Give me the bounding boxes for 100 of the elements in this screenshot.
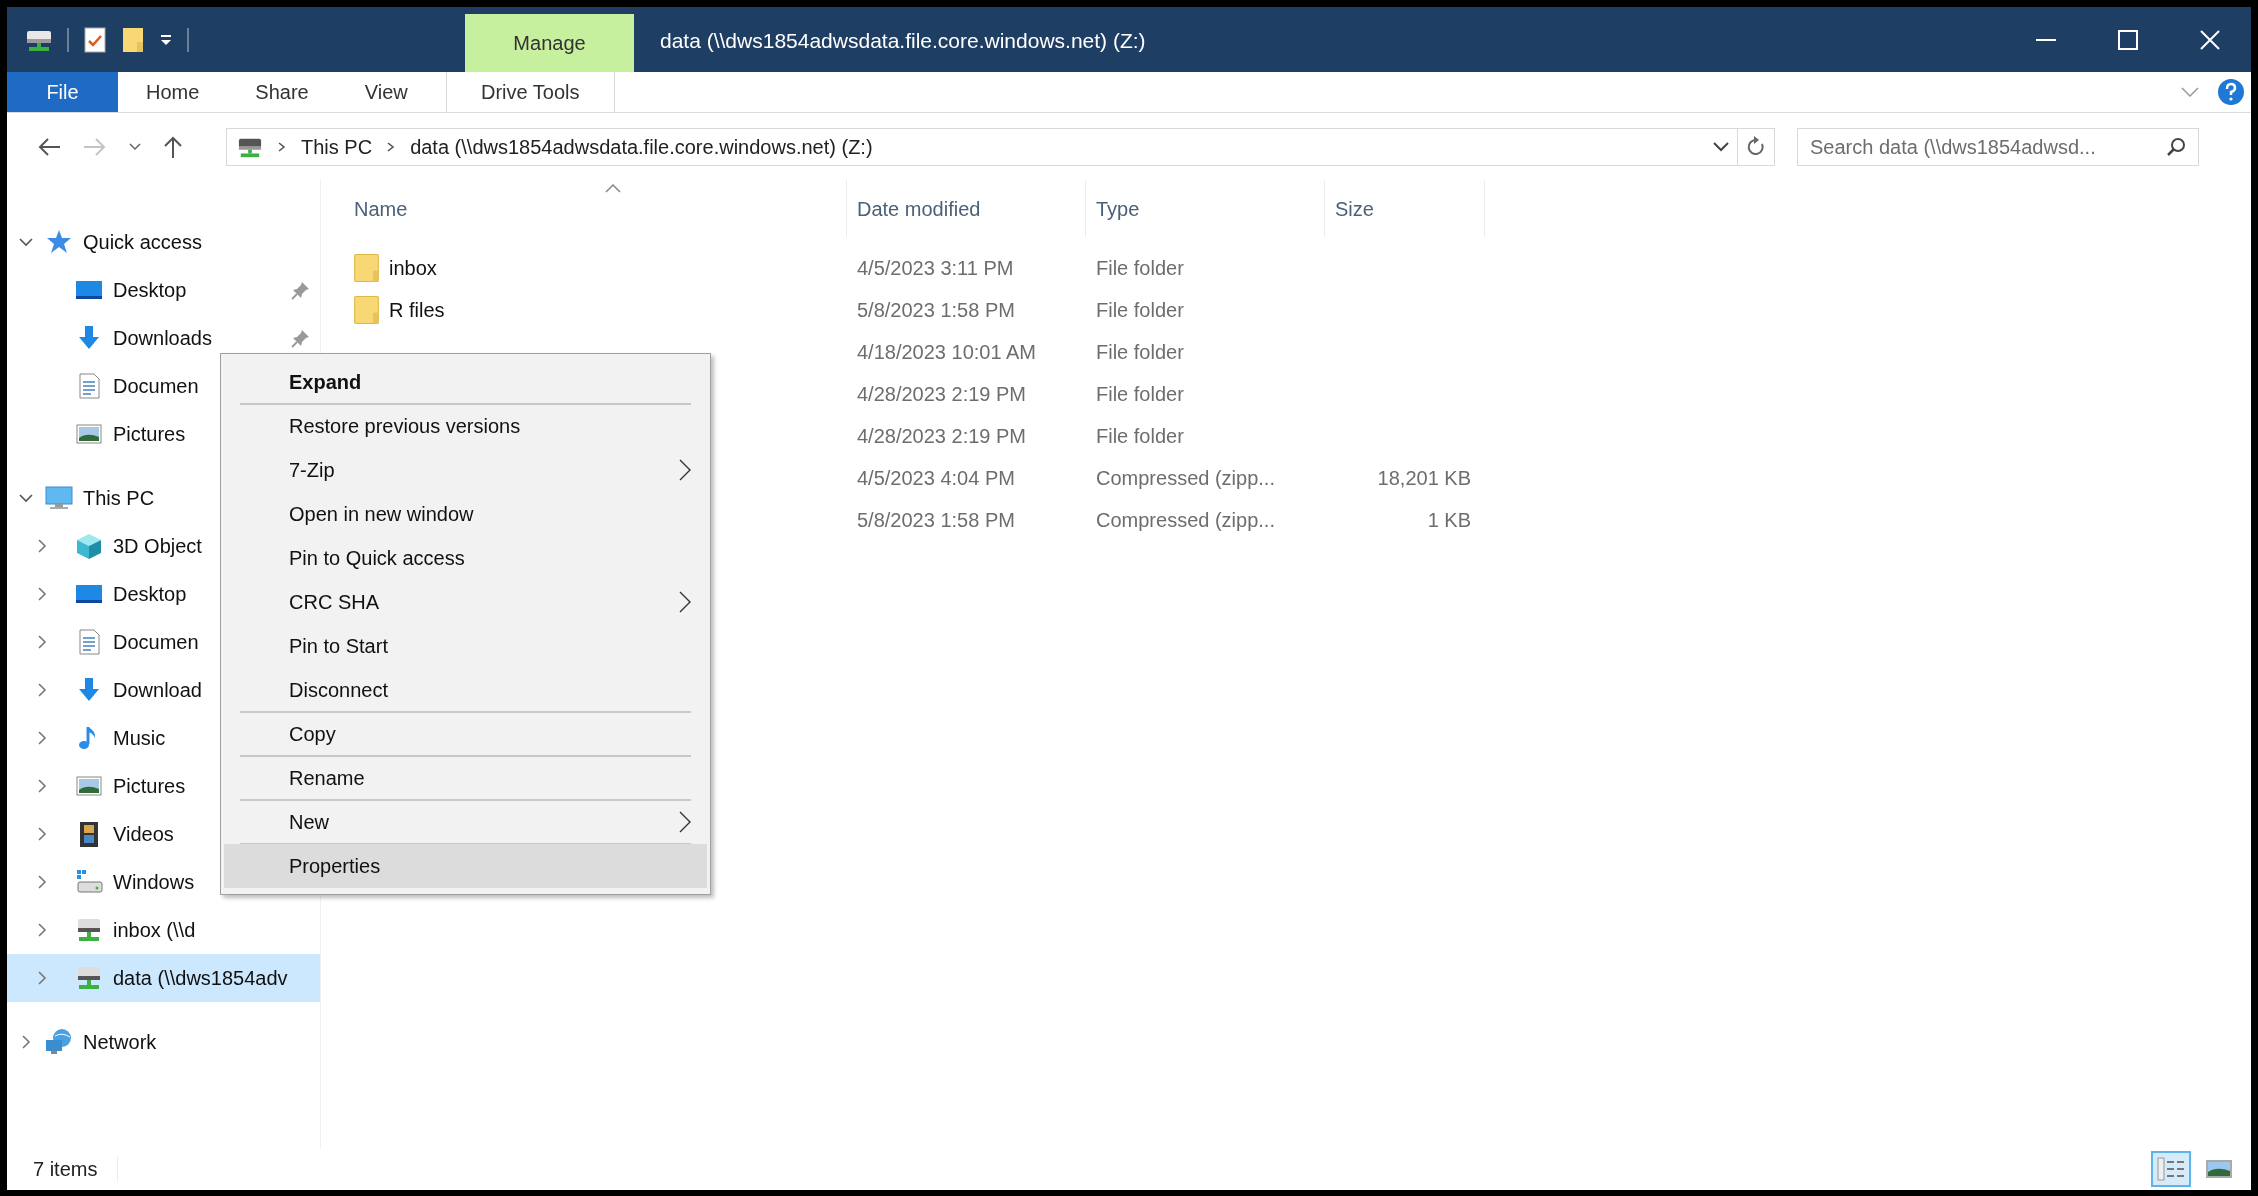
nav-label: Desktop <box>113 582 187 607</box>
search-icon <box>2166 136 2186 157</box>
date-modified: 4/5/2023 3:11 PM <box>857 257 1014 279</box>
menu-item[interactable]: Properties <box>224 844 707 888</box>
menu-item[interactable]: Expand <box>224 360 707 404</box>
collapsed-chevron-icon[interactable] <box>35 923 49 937</box>
file-type: File folder <box>1096 257 1184 279</box>
checklist-icon[interactable] <box>83 25 107 54</box>
nav-label: Documen <box>113 374 199 399</box>
search-field[interactable]: Search data (\\dws1854adwsd... <box>1797 127 2199 166</box>
history-dropdown-icon[interactable] <box>1713 141 1729 152</box>
file-name[interactable]: inbox <box>389 253 437 283</box>
column-header[interactable]: Size <box>1325 180 1485 237</box>
file-type: File folder <box>1096 383 1184 405</box>
column-header[interactable]: Name <box>336 180 847 237</box>
nav-label: This PC <box>83 486 155 511</box>
ribbon-tab[interactable]: Share <box>227 72 337 112</box>
pin-icon[interactable] <box>291 280 311 300</box>
nav-item[interactable]: inbox (\\d <box>7 906 320 954</box>
address-field[interactable]: This PC data (\\dws1854adwsdata.file.core.windows.net) (Z:) <box>226 127 1775 166</box>
nav-label: 3D Object <box>113 534 202 559</box>
picture-icon <box>2205 1157 2233 1181</box>
recent-dropdown-icon[interactable] <box>129 142 141 151</box>
nav-label: Music <box>113 726 166 751</box>
nav-item[interactable]: data (\\dws1854adv <box>7 954 320 1002</box>
date-modified: 5/8/2023 1:58 PM <box>857 509 1015 531</box>
date-modified: 4/18/2023 10:01 AM <box>857 341 1037 363</box>
nav-label: Pictures <box>113 422 186 447</box>
collapsed-chevron-icon[interactable] <box>35 779 49 793</box>
folder-icon <box>354 296 379 324</box>
nav-item[interactable]: Network <box>7 1018 320 1066</box>
dropdown-icon[interactable] <box>159 32 173 47</box>
ribbon-expand-icon[interactable] <box>2181 87 2199 97</box>
close-icon <box>2200 29 2220 50</box>
ribbon-tab[interactable]: View <box>336 72 436 112</box>
breadcrumb-chevron-icon[interactable] <box>386 140 397 153</box>
ribbon-tab[interactable]: Drive Tools <box>445 72 615 112</box>
column-header[interactable]: Date modified <box>847 180 1086 237</box>
expanded-chevron-icon[interactable] <box>19 491 33 505</box>
network-drive-icon <box>75 916 103 944</box>
folder-icon[interactable] <box>121 25 145 54</box>
nav-label: Documen <box>113 630 199 655</box>
collapsed-chevron-icon[interactable] <box>35 587 49 601</box>
collapsed-chevron-icon[interactable] <box>35 827 49 841</box>
nav-label: Download <box>113 678 202 703</box>
collapsed-chevron-icon[interactable] <box>35 635 49 649</box>
file-type: File folder <box>1096 341 1184 363</box>
manage-tab-group: Manage <box>465 14 634 72</box>
nav-label: Downloads <box>113 326 212 351</box>
submenu-chevron-icon <box>679 459 691 481</box>
breadcrumb[interactable]: data (\\dws1854adwsdata.file.core.windows.net) (Z:) <box>410 131 873 162</box>
folder-icon <box>354 254 379 282</box>
breadcrumb-chevron-icon[interactable] <box>277 140 287 153</box>
menu-item[interactable]: 7-Zip <box>224 448 707 492</box>
collapsed-chevron-icon[interactable] <box>35 539 49 553</box>
nav-item[interactable]: Quick access <box>7 218 320 266</box>
menu-item[interactable]: Restore previous versions <box>224 404 707 448</box>
nav-label: data (\\dws1854adv <box>113 966 288 991</box>
collapsed-chevron-icon[interactable] <box>35 875 49 889</box>
expanded-chevron-icon[interactable] <box>19 235 33 249</box>
collapsed-chevron-icon[interactable] <box>35 971 49 985</box>
nav-label: Pictures <box>113 774 186 799</box>
star-icon <box>45 228 73 256</box>
nav-item[interactable]: Downloads <box>7 314 320 362</box>
minimize-icon <box>2036 38 2056 41</box>
maximize-icon <box>2118 29 2138 50</box>
collapsed-chevron-icon[interactable] <box>35 731 49 745</box>
menu-item[interactable]: Pin to Start <box>224 624 707 668</box>
back-arrow-icon[interactable] <box>37 136 61 157</box>
menu-item[interactable]: Open in new window <box>224 492 707 536</box>
nav-label: inbox (\\d <box>113 918 196 943</box>
submenu-chevron-icon <box>679 811 691 833</box>
network-drive-icon <box>75 964 103 992</box>
menu-item[interactable]: Rename <box>224 756 707 800</box>
ribbon-tab[interactable]: Home <box>118 72 228 112</box>
menu-item[interactable]: Copy <box>224 712 707 756</box>
file-type: File folder <box>1096 299 1184 321</box>
file-size: 1 KB <box>1427 509 1471 531</box>
menu-item[interactable]: Pin to Quick access <box>224 536 707 580</box>
menu-item[interactable]: New <box>224 800 707 844</box>
menu-item[interactable]: CRC SHA <box>224 580 707 624</box>
ribbon-tab[interactable]: File <box>7 72 118 112</box>
nav-label: Network <box>83 1030 157 1055</box>
nav-item[interactable]: Desktop <box>7 266 320 314</box>
help-icon[interactable] <box>2217 78 2245 106</box>
nav-label: Desktop <box>113 278 187 303</box>
nav-label: Windows <box>113 870 195 895</box>
menu-item[interactable]: Disconnect <box>224 668 707 712</box>
breadcrumb[interactable]: This PC <box>301 131 373 162</box>
date-modified: 4/28/2023 2:19 PM <box>857 383 1026 405</box>
up-arrow-icon[interactable] <box>163 134 183 159</box>
collapsed-chevron-icon[interactable] <box>35 683 49 697</box>
collapsed-chevron-icon[interactable] <box>19 1035 33 1049</box>
list-view-icon <box>2157 1157 2185 1181</box>
refresh-icon[interactable] <box>1746 135 1766 158</box>
details-view-button[interactable] <box>2151 1151 2191 1187</box>
pin-icon[interactable] <box>291 328 311 348</box>
file-name[interactable]: R files <box>389 295 445 325</box>
column-header[interactable]: Type <box>1086 180 1325 237</box>
drive-icon <box>75 868 103 896</box>
